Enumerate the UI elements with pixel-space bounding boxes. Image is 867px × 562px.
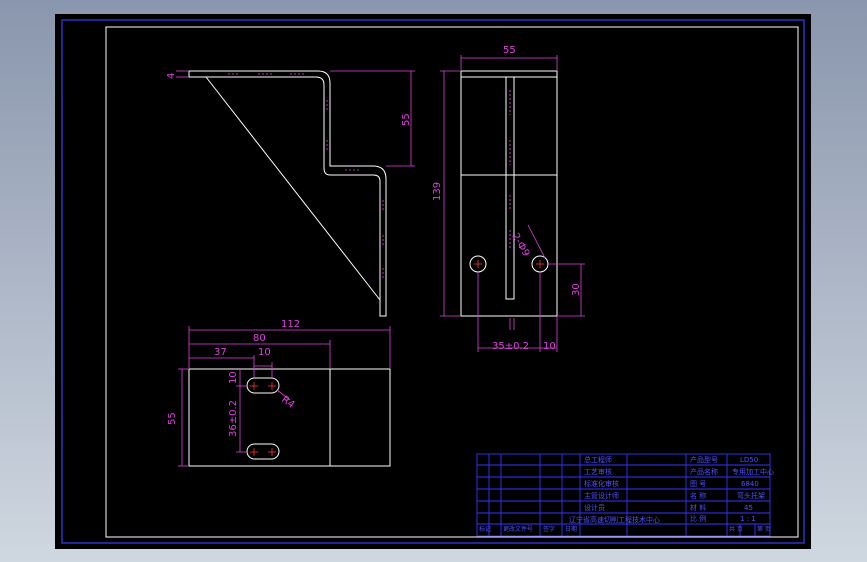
tb-scale-label: 比 例 — [690, 515, 707, 523]
dim-top-width: 55 — [503, 45, 516, 56]
tb-product-model-label: 产品型号 — [690, 456, 718, 464]
tb-material-label: 材 料 — [690, 504, 707, 512]
dim-side-height: 55 — [401, 113, 412, 126]
tb-part-name: 弯头托架 — [737, 492, 765, 500]
dim-hole-spacing: 35±0.2 — [492, 341, 530, 352]
tb-unit: 辽宁省高速切削工程技术中心 — [569, 516, 660, 524]
tb-lead-designer: 主管设计师 — [584, 492, 619, 500]
tb-part-name-label: 名 称 — [690, 492, 707, 500]
tb-standard-review: 标准化审核 — [584, 480, 619, 488]
dim-slot-offset: 10 — [228, 371, 239, 384]
dim-hole-edge: 10 — [543, 341, 556, 352]
tb-signature: 签字 — [543, 526, 556, 533]
dim-slot-width: 10 — [258, 347, 271, 358]
tb-designer: 设计员 — [584, 504, 605, 512]
tb-sheet-no: 第 页 — [757, 526, 771, 533]
dim-slot-end: 80 — [253, 333, 266, 344]
dim-base-length: 112 — [281, 319, 301, 330]
tb-product-name: 专用加工中心 — [732, 468, 774, 476]
dim-slot-pitch: 36±0.2 — [228, 399, 239, 437]
tb-chief-engineer: 总工程师 — [584, 456, 612, 464]
tb-material: 45 — [744, 504, 753, 512]
dim-front-height: 139 — [432, 181, 443, 201]
dim-base-width: 55 — [167, 412, 178, 425]
tb-drawing-no: 6840 — [741, 480, 759, 488]
tb-total-sheets: 共 页 — [729, 526, 743, 533]
tb-change-doc: 更改文件号 — [503, 526, 534, 533]
tb-drawing-no-label: 图 号 — [690, 480, 707, 488]
dim-slot-start: 37 — [214, 347, 227, 358]
tb-date: 日期 — [565, 526, 578, 533]
dim-thickness: 4 — [166, 72, 177, 79]
tb-process-review: 工艺审核 — [584, 468, 612, 476]
tb-product-model: LD50 — [740, 456, 759, 464]
tb-product-name-label: 产品名称 — [690, 468, 718, 476]
tb-mark: 标记 — [479, 526, 492, 533]
dim-hole-height: 30 — [571, 283, 582, 296]
tb-scale: 1 : 1 — [740, 515, 756, 523]
cad-drawing-canvas[interactable] — [0, 0, 867, 562]
